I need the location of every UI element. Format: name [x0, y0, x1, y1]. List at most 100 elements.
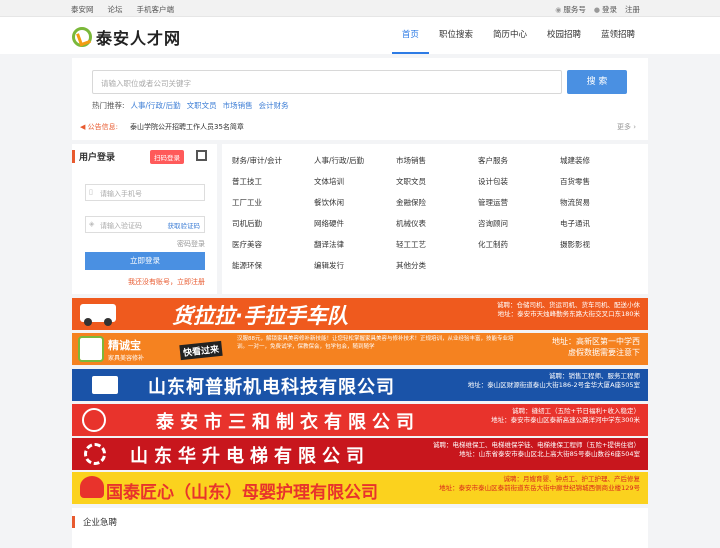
qr-code-icon[interactable] — [196, 150, 207, 161]
notice-more-link[interactable]: 更多 › — [617, 122, 636, 132]
user-icon: ● — [593, 6, 600, 14]
banner-title: 山东华升电梯有限公司 — [130, 446, 370, 467]
topbar-link-taian[interactable]: 泰安网 — [71, 4, 94, 15]
get-code-button[interactable]: 获取验证码 — [168, 220, 201, 230]
scan-login-badge[interactable]: 扫码登录 — [150, 150, 184, 164]
category-link[interactable]: 机械仪表 — [396, 219, 478, 228]
category-link[interactable]: 文职文员 — [396, 177, 478, 186]
nav-job-search[interactable]: 职位搜索 — [429, 17, 483, 54]
brand-logo — [78, 336, 104, 362]
top-bar: 泰安网 论坛 手机客户端 ◉ 服务号 ● 登录 注册 — [0, 0, 720, 17]
category-panel: 财务/审计/会计 人事/行政/后勤 市场销售 客户服务 城建装修普工技工 文体培训 文职文员… — [222, 144, 648, 294]
banner-info: 诚聘：仓储司机、货运司机、货车司机、配送小休 地址：泰安市天烛峰勤务东路大街交叉… — [497, 301, 640, 318]
banner-brand: 精诚宝 — [108, 339, 141, 352]
category-link[interactable]: 摄影影视 — [560, 240, 642, 249]
category-link[interactable]: 咨询顾问 — [478, 219, 560, 228]
nav-campus[interactable]: 校园招聘 — [537, 17, 591, 54]
nav-blue-collar[interactable]: 蓝领招聘 — [591, 17, 645, 54]
banner-kepusi[interactable]: 山东柯普斯机电科技有限公司 诚聘：销售工程师、服务工程师 地址：泰山区财源街道泰… — [72, 369, 648, 401]
search-button[interactable]: 搜 索 — [567, 70, 627, 94]
password-login-link[interactable]: 密码登录 — [177, 239, 205, 249]
phone-field[interactable]: ▯ 请输入手机号 — [85, 184, 205, 201]
banner-brand-sub: 家具美容修补 — [108, 355, 145, 362]
category-link[interactable]: 其他分类 — [396, 261, 478, 270]
banner-title: 山东柯普斯机电科技有限公司 — [148, 377, 395, 398]
truck-icon — [80, 304, 116, 326]
category-link[interactable]: 市场销售 — [396, 156, 478, 165]
banner-info: 诚聘：缝纫工（五险+节日福利+收入稳定） 地址：泰安市泰山区泰新高速公路洋河中学… — [491, 407, 640, 424]
heart-icon — [80, 476, 104, 498]
nav-resume-center[interactable]: 简历中心 — [483, 17, 537, 54]
category-link[interactable]: 财务/审计/会计 — [232, 156, 314, 165]
category-link[interactable]: 人事/行政/后勤 — [314, 156, 396, 165]
category-link[interactable]: 编辑发行 — [314, 261, 396, 270]
notice-label: ◀ 公告信息: — [80, 123, 118, 131]
category-link[interactable]: 客户服务 — [478, 156, 560, 165]
category-link[interactable]: 医疗美容 — [232, 240, 314, 249]
category-link[interactable]: 化工制药 — [478, 240, 560, 249]
category-link[interactable]: 物流贸易 — [560, 198, 642, 207]
topbar-link-forum[interactable]: 论坛 — [108, 4, 123, 15]
category-link[interactable]: 管理运营 — [478, 198, 560, 207]
category-link[interactable]: 工厂工业 — [232, 198, 314, 207]
category-link[interactable]: 餐饮休闲 — [314, 198, 396, 207]
logo-icon — [72, 27, 92, 47]
wechat-icon: ◉ — [555, 6, 562, 14]
hot-keyword[interactable]: 文职文员 — [187, 100, 217, 111]
banner-tag: 快看过来 — [179, 340, 223, 361]
login-title: 用户登录 — [72, 150, 115, 163]
login-panel: 用户登录 扫码登录 ▯ 请输入手机号 ◈ 请输入验证码 获取验证码 密码登录 立… — [72, 144, 217, 294]
envelope-icon — [92, 376, 118, 394]
topbar-link-mobile[interactable]: 手机客户端 — [137, 4, 175, 15]
banner-title: 国泰匠心（山东）母婴护理有限公司 — [106, 483, 378, 503]
hot-label: 热门推荐: — [92, 101, 125, 110]
header: 泰安人才网 首页 职位搜索 简历中心 校园招聘 蓝领招聘 — [0, 17, 720, 54]
banner-title: 泰安市三和制衣有限公司 — [156, 412, 420, 433]
category-link[interactable]: 司机后勤 — [232, 219, 314, 228]
register-prompt-link[interactable]: 我还没有账号，立即注册 — [128, 277, 205, 287]
banner-sanhe[interactable]: 泰安市三和制衣有限公司 诚聘：缝纫工（五险+节日福利+收入稳定） 地址：泰安市泰… — [72, 404, 648, 436]
category-link[interactable]: 轻工工艺 — [396, 240, 478, 249]
category-link[interactable]: 文体培训 — [314, 177, 396, 186]
search-panel: 请输入职位或者公司关键字 搜 索 热门推荐: 人事/行政/后勤 文职文员 市场销… — [72, 58, 648, 140]
main-nav: 首页 职位搜索 简历中心 校园招聘 蓝领招聘 — [391, 17, 645, 54]
nav-home[interactable]: 首页 — [391, 17, 429, 54]
category-link[interactable]: 能源环保 — [232, 261, 314, 270]
banner-info: 诚聘：销售工程师、服务工程师 地址：泰山区财源街道泰山大街186-2号金华大厦A… — [467, 372, 640, 389]
section-title: 企业急聘 — [72, 516, 117, 528]
category-link[interactable]: 百货零售 — [560, 177, 642, 186]
hot-keyword[interactable]: 人事/行政/后勤 — [131, 100, 181, 111]
login-button[interactable]: 立即登录 — [85, 252, 205, 270]
banner-info: 诚聘：电梯维保工、电梯维保学徒、电梯维保工程师（五险+提供住宿） 地址：山东省泰… — [433, 441, 640, 458]
service-link[interactable]: ◉ 服务号 — [555, 4, 586, 15]
banner-description: 汉服88元，解锁家具美容修补新技能！让您轻松掌握家具美容与修补技术！正规培训，从… — [237, 336, 514, 350]
company-logo-icon — [82, 408, 106, 432]
urgent-jobs-section: 企业急聘 — [72, 508, 648, 548]
login-link[interactable]: ● 登录 — [594, 4, 617, 15]
category-link[interactable]: 普工技工 — [232, 177, 314, 186]
gear-icon — [84, 443, 106, 465]
notice-text[interactable]: 泰山学院公开招聘工作人员35名简章 — [130, 122, 244, 132]
banner-huolala[interactable]: 货拉拉·手拉手车队 诚聘：仓储司机、货运司机、货车司机、配送小休 地址：泰安市天… — [72, 298, 648, 330]
category-link[interactable]: 城建装修 — [560, 156, 642, 165]
category-link[interactable]: 金融保险 — [396, 198, 478, 207]
search-input[interactable]: 请输入职位或者公司关键字 — [92, 70, 562, 94]
category-link[interactable]: 网络硬件 — [314, 219, 396, 228]
banner-jingchengbao[interactable]: 精诚宝 家具美容修补 快看过来 汉服88元，解锁家具美容修补新技能！让您轻松掌握… — [72, 333, 648, 365]
category-link[interactable]: 电子通讯 — [560, 219, 642, 228]
site-logo[interactable]: 泰安人才网 — [72, 25, 181, 49]
banner-huasheng[interactable]: 山东华升电梯有限公司 诚聘：电梯维保工、电梯维保学徒、电梯维保工程师（五险+提供… — [72, 438, 648, 470]
banner-guotai[interactable]: 国泰匠心（山东）母婴护理有限公司 诚聘：月嫂育婴、钟点工、护工护理、产后修复 地… — [72, 472, 648, 504]
code-field[interactable]: ◈ 请输入验证码 获取验证码 — [85, 216, 205, 233]
shield-icon: ◈ — [89, 220, 95, 228]
hot-keyword[interactable]: 市场销售 — [223, 100, 253, 111]
register-link[interactable]: 注册 — [625, 4, 640, 15]
category-grid: 财务/审计/会计 人事/行政/后勤 市场销售 客户服务 城建装修普工技工 文体培训 文职文员… — [232, 156, 642, 270]
category-link[interactable]: 翻译法律 — [314, 240, 396, 249]
phone-icon: ▯ — [89, 188, 93, 196]
category-link[interactable]: 设计包装 — [478, 177, 560, 186]
banner-info: 地址：高新区第一中学西 虚假数据需要注意下 — [552, 337, 640, 357]
speaker-icon: ◀ — [80, 123, 86, 131]
hot-recommend: 热门推荐: 人事/行政/后勤 文职文员 市场销售 会计财务 — [92, 100, 289, 111]
hot-keyword[interactable]: 会计财务 — [259, 100, 289, 111]
